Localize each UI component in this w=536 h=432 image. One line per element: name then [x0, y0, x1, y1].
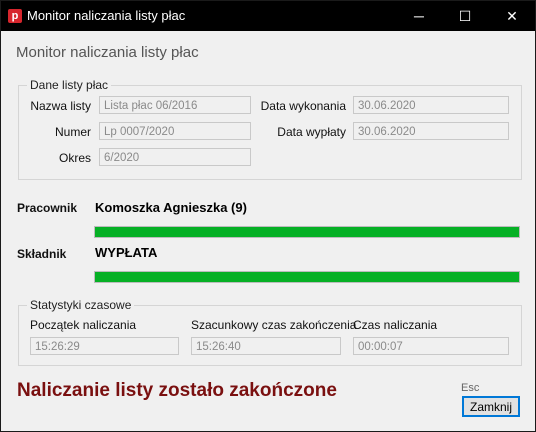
title-bar[interactable]: p Monitor naliczania listy płac ─ ☐ ✕ — [1, 1, 535, 31]
period-field[interactable]: 6/2020 — [99, 148, 251, 166]
eta-field[interactable]: 15:26:40 — [191, 337, 341, 355]
page-title: Monitor naliczania listy płac — [16, 44, 199, 61]
duration-label: Czas naliczania — [353, 318, 438, 332]
minimize-button[interactable]: ─ — [396, 1, 442, 31]
employee-progress-bar — [94, 226, 520, 238]
component-label: Składnik — [17, 247, 67, 261]
employee-progress-fill — [95, 227, 519, 237]
payroll-data-legend: Dane listy płac — [27, 78, 112, 92]
component-progress-bar — [94, 271, 520, 283]
number-label: Numer — [54, 125, 91, 139]
esc-hint: Esc — [461, 382, 480, 394]
exec-date-label: Data wykonania — [260, 99, 346, 113]
pay-date-field[interactable]: 30.06.2020 — [353, 122, 509, 140]
component-progress-fill — [95, 272, 519, 282]
time-stats-group: Statystyki czasowe — [18, 298, 522, 366]
employee-label: Pracownik — [17, 201, 78, 215]
dialog-body: Monitor naliczania listy płac Dane listy… — [1, 31, 535, 431]
app-window: p Monitor naliczania listy płac ─ ☐ ✕ Mo… — [0, 0, 536, 432]
maximize-button[interactable]: ☐ — [442, 1, 488, 31]
component-value: WYPŁATA — [95, 245, 158, 260]
employee-value: Komoszka Agnieszka (9) — [95, 200, 247, 215]
pay-date-label: Data wypłaty — [277, 125, 346, 139]
eta-label: Szacunkowy czas zakończenia — [191, 318, 357, 332]
exec-date-field[interactable]: 30.06.2020 — [353, 96, 509, 114]
number-field[interactable]: Lp 0007/2020 — [99, 122, 251, 140]
close-window-button[interactable]: ✕ — [489, 1, 535, 31]
window-title: Monitor naliczania listy płac — [27, 8, 186, 23]
list-name-field[interactable]: Lista płac 06/2016 — [99, 96, 251, 114]
time-stats-legend: Statystyki czasowe — [27, 298, 135, 312]
close-button[interactable]: Zamknij — [462, 396, 520, 417]
period-label: Okres — [58, 151, 91, 165]
duration-field[interactable]: 00:00:07 — [353, 337, 509, 355]
start-time-label: Początek naliczania — [30, 318, 137, 332]
start-time-field[interactable]: 15:26:29 — [30, 337, 179, 355]
list-name-label: Nazwa listy — [30, 99, 91, 113]
status-message: Naliczanie listy zostało zakończone — [17, 380, 337, 401]
app-icon: p — [8, 9, 22, 23]
